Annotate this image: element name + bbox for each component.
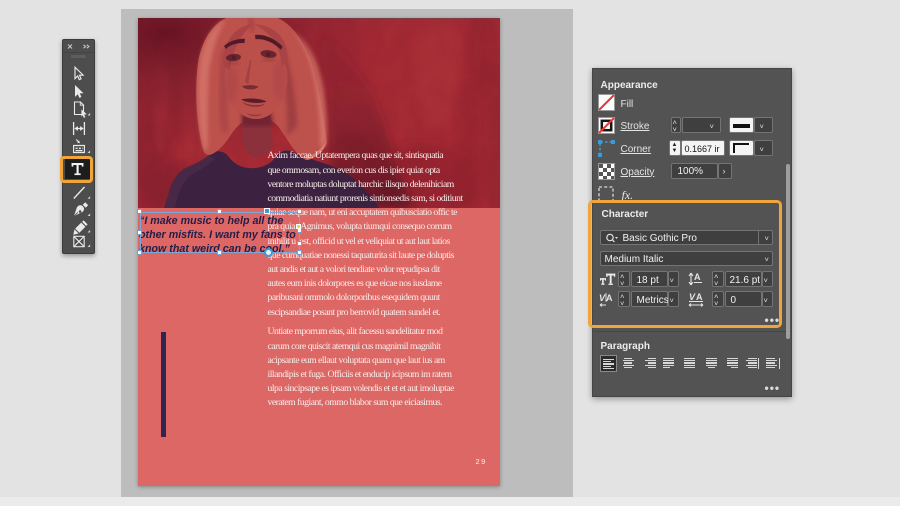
svg-text:A: A — [606, 293, 613, 303]
svg-text:V: V — [599, 293, 606, 303]
svg-text:A: A — [694, 272, 701, 282]
svg-text:V: V — [689, 292, 696, 302]
svg-text:A: A — [696, 292, 703, 302]
